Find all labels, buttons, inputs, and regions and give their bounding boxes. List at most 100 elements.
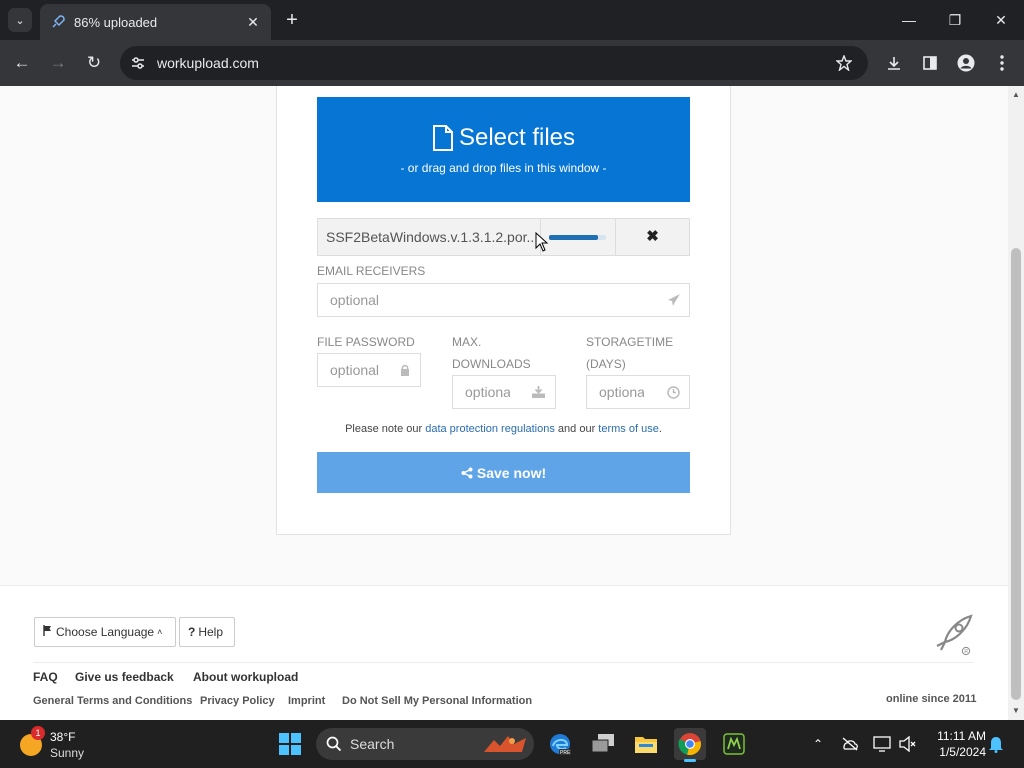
page-viewport: Select files - or drag and drop files in… xyxy=(0,86,1008,720)
clock-date: 1/5/2024 xyxy=(939,745,986,759)
active-tab[interactable]: 86% uploaded ✕ xyxy=(40,4,271,40)
search-label: Search xyxy=(350,736,395,752)
email-receivers-field[interactable]: optional xyxy=(317,283,690,317)
file-explorer-icon[interactable] xyxy=(630,728,662,760)
site-footer: Choose Language ˄ ? Help R FAQ Give us f… xyxy=(0,585,1008,720)
rocket-logo-icon: R xyxy=(936,614,973,656)
remove-file-icon[interactable]: ✖ xyxy=(616,219,689,255)
upload-progress xyxy=(541,219,616,255)
page-scrollbar[interactable]: ▲ ▼ xyxy=(1008,86,1024,720)
help-button[interactable]: ? Help xyxy=(179,617,235,647)
new-tab-icon[interactable]: + xyxy=(282,10,302,30)
chrome-app-icon[interactable] xyxy=(674,728,706,762)
save-now-label: Save now! xyxy=(476,464,547,481)
note-suffix: . xyxy=(658,423,662,435)
about-link[interactable]: About workupload xyxy=(193,670,298,684)
max-downloads-input[interactable]: optional xyxy=(465,376,510,408)
choose-language-label: Choose Language xyxy=(56,625,155,639)
language-flag-icon xyxy=(43,625,53,639)
scroll-thumb[interactable] xyxy=(1011,248,1021,700)
imprint-link[interactable]: Imprint xyxy=(288,695,325,707)
footer-divider xyxy=(33,662,974,663)
data-protection-link[interactable]: data protection regulations xyxy=(425,423,555,435)
file-password-field[interactable]: optional xyxy=(317,353,421,387)
file-upload-row: SSF2BetaWindows.v.1.3.1.2.por... ✖ xyxy=(317,218,690,256)
close-tab-icon[interactable]: ✕ xyxy=(245,14,261,30)
scroll-down-arrow-icon[interactable]: ▼ xyxy=(1008,704,1024,718)
select-files-button[interactable]: Select files - or drag and drop files in… xyxy=(317,97,690,202)
caret-up-icon: ˄ xyxy=(157,627,163,637)
menu-kebab-icon[interactable] xyxy=(990,51,1014,75)
system-clock[interactable]: 11:11 AM 1/5/2024 xyxy=(926,728,986,760)
note-prefix: Please note our xyxy=(345,423,426,435)
feedback-link[interactable]: Give us feedback xyxy=(75,670,174,684)
choose-language-button[interactable]: Choose Language ˄ xyxy=(34,617,176,647)
forward-arrow-icon[interactable]: → xyxy=(46,51,70,75)
download-icon[interactable] xyxy=(882,51,906,75)
lock-icon xyxy=(398,363,412,377)
svg-text:PRE: PRE xyxy=(560,750,571,756)
address-bar[interactable]: workupload.com xyxy=(120,46,868,80)
tab-title: 86% uploaded xyxy=(74,14,158,30)
volume-muted-icon[interactable] xyxy=(898,732,918,756)
drag-drop-hint: - or drag and drop files in this window … xyxy=(400,161,607,175)
save-now-button[interactable]: Save now! xyxy=(317,452,690,493)
terms-of-use-link[interactable]: terms of use xyxy=(598,423,659,435)
url-text[interactable]: workupload.com xyxy=(157,55,832,71)
storagetime-label-line2: (DAYS) xyxy=(586,357,626,371)
site-settings-icon[interactable] xyxy=(128,53,148,73)
reload-icon[interactable]: ↻ xyxy=(82,51,106,75)
side-panel-icon[interactable] xyxy=(918,51,942,75)
chevron-down-icon: ⌄ xyxy=(15,14,25,27)
taskbar-search[interactable]: Search xyxy=(316,728,534,760)
share-icon xyxy=(461,467,473,478)
profile-icon[interactable] xyxy=(954,51,978,75)
file-password-label: FILE PASSWORD xyxy=(317,335,415,349)
select-files-title: Select files xyxy=(317,124,690,152)
tray-overflow-icon[interactable]: ⌃ xyxy=(808,732,828,756)
restore-icon[interactable]: ❐ xyxy=(943,8,967,32)
bookmark-star-icon[interactable] xyxy=(832,51,856,75)
upload-card: Select files - or drag and drop files in… xyxy=(276,86,731,535)
storagetime-label-line1: STORAGETIME xyxy=(586,335,674,349)
progress-track xyxy=(549,235,606,240)
note-middle: and our xyxy=(554,423,599,435)
privacy-link[interactable]: Privacy Policy xyxy=(200,695,275,707)
minimize-icon[interactable]: — xyxy=(897,8,921,32)
active-app-indicator xyxy=(684,759,696,762)
task-view-icon[interactable] xyxy=(587,728,619,760)
do-not-sell-link[interactable]: Do Not Sell My Personal Information xyxy=(342,695,532,707)
scroll-up-arrow-icon[interactable]: ▲ xyxy=(1008,88,1024,102)
help-label: Help xyxy=(198,625,224,639)
weather-temp: 38°F xyxy=(50,730,76,744)
storagetime-field[interactable]: optional xyxy=(586,375,690,409)
close-window-icon[interactable]: ✕ xyxy=(989,8,1013,32)
weather-condition: Sunny xyxy=(50,746,85,760)
terms-link[interactable]: General Terms and Conditions xyxy=(33,695,192,707)
file-password-input[interactable]: optional xyxy=(330,354,394,386)
faq-link[interactable]: FAQ xyxy=(33,670,58,684)
question-icon: ? xyxy=(188,625,196,639)
app-gear-icon[interactable] xyxy=(718,728,750,760)
start-windows-icon[interactable] xyxy=(274,728,306,760)
back-arrow-icon[interactable]: ← xyxy=(10,51,34,75)
edge-beta-icon[interactable]: PRE xyxy=(544,728,576,760)
max-downloads-field[interactable]: optional xyxy=(452,375,556,409)
storagetime-input[interactable]: optional xyxy=(599,376,644,408)
search-icon xyxy=(326,736,342,752)
notification-bell-icon[interactable] xyxy=(986,732,1006,756)
download-tray-icon xyxy=(531,385,545,399)
search-highlight-icon xyxy=(484,736,526,752)
onedrive-offline-icon[interactable] xyxy=(840,732,860,756)
max-downloads-label-line1: MAX. xyxy=(452,335,482,349)
file-name: SSF2BetaWindows.v.1.3.1.2.por... xyxy=(318,219,541,255)
email-receivers-label: EMAIL RECEIVERS xyxy=(317,264,426,278)
display-icon[interactable] xyxy=(872,732,892,756)
tab-search-button[interactable]: ⌄ xyxy=(8,8,32,32)
file-icon xyxy=(432,125,453,151)
email-receivers-input[interactable]: optional xyxy=(330,284,379,316)
weather-badge: 1 xyxy=(31,726,45,740)
browser-toolbar: ← → ↻ workupload.com xyxy=(0,40,1024,86)
mouse-cursor-icon xyxy=(535,232,549,252)
weather-widget[interactable]: 1 38°F Sunny xyxy=(20,726,120,760)
